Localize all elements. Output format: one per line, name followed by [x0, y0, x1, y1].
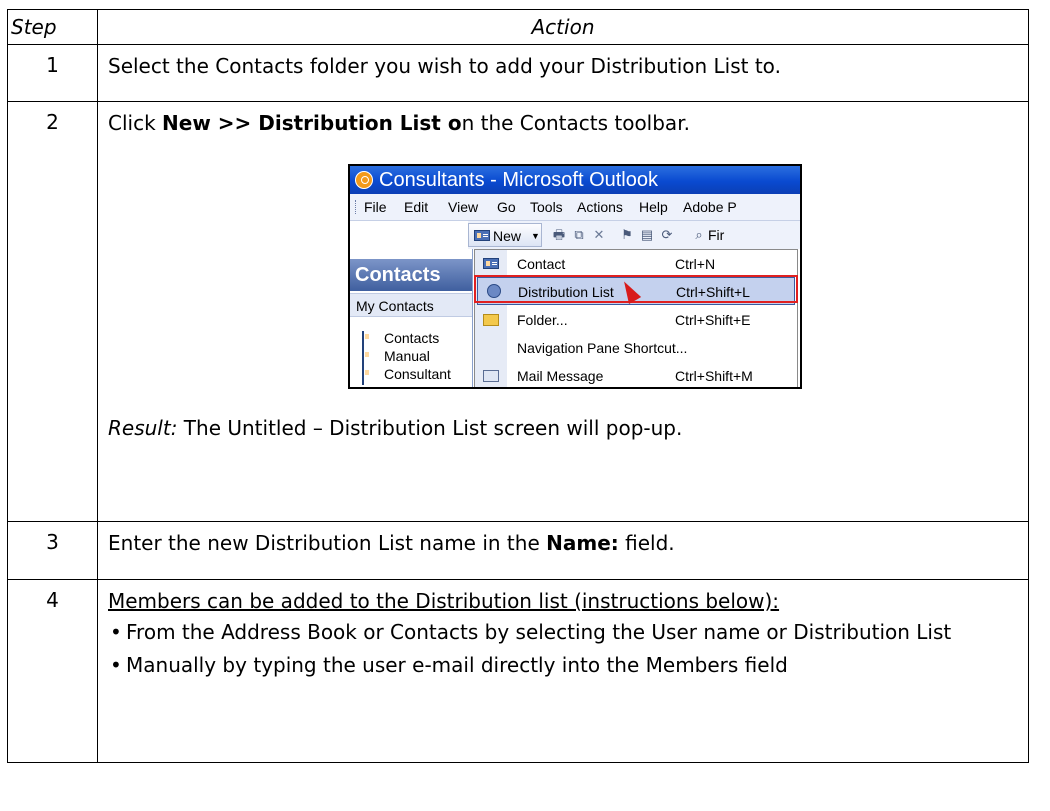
result-label: Result:	[108, 416, 178, 440]
step-action: Click New >> Distribution List on the Co…	[97, 101, 1029, 522]
step-instruction: Click New >> Distribution List on the Co…	[108, 111, 690, 135]
nav-item-contacts[interactable]: Contacts	[362, 329, 439, 349]
step-action: Select the Contacts folder you wish to a…	[97, 44, 1029, 102]
delete-icon[interactable]: ✕	[592, 228, 606, 242]
list-item: From the Address Book or Contacts by sel…	[108, 619, 1018, 646]
flag-icon[interactable]: ⚑	[620, 228, 634, 242]
chevron-down-icon: ▼	[531, 231, 540, 241]
find-label[interactable]: Fir	[708, 221, 724, 249]
menu-tools[interactable]: Tools	[530, 194, 563, 220]
print-icon[interactable]: 🖶	[552, 228, 566, 242]
header-row: Step Action	[7, 9, 1029, 45]
nav-item-manual[interactable]: Manual	[362, 347, 430, 367]
table-row: 2 Click New >> Distribution List on the …	[7, 101, 1029, 522]
contact-card-icon	[474, 230, 490, 241]
list-item: Manually by typing the user e-mail direc…	[108, 652, 1018, 679]
menu-view[interactable]: View	[448, 194, 478, 220]
field-name: Name:	[546, 531, 619, 555]
contact-card-icon	[362, 367, 364, 385]
step-number: 4	[7, 579, 98, 763]
menu-file[interactable]: File	[364, 194, 387, 220]
step-text: Select the Contacts folder you wish to a…	[108, 54, 781, 78]
folder-icon	[483, 314, 499, 326]
procedure-table: Step Action 1 Select the Contacts folder…	[7, 9, 1029, 763]
table-row: 1 Select the Contacts folder you wish to…	[7, 44, 1029, 102]
menu-help[interactable]: Help	[639, 194, 668, 220]
standard-toolbar: New ▼ 🖶 ⧉ ✕ ⚑ ▤ ⟳ ⌕ Fir	[350, 221, 800, 249]
bullet-list: From the Address Book or Contacts by sel…	[108, 619, 1018, 679]
menu-item-nav-shortcut[interactable]: Navigation Pane Shortcut...	[475, 334, 797, 362]
header-step: Step	[7, 9, 98, 45]
navigation-pane: Contacts My Contacts Contacts Manual Con…	[350, 249, 473, 387]
find-icon[interactable]: ⌕	[692, 228, 706, 242]
nav-pane-header: Contacts	[350, 259, 472, 291]
menu-item-folder[interactable]: Folder... Ctrl+Shift+E	[475, 306, 797, 334]
menu-bar: File Edit View Go Tools Actions Help Ado…	[350, 194, 800, 221]
toolbar-blank	[350, 221, 468, 249]
step-intro: Members can be added to the Distribution…	[108, 589, 780, 613]
outlook-logo-icon	[355, 171, 373, 189]
contact-card-icon	[483, 258, 499, 269]
send-receive-icon[interactable]: ⟳	[660, 228, 674, 242]
new-button-label: New	[493, 228, 522, 244]
step-action: Members can be added to the Distribution…	[97, 579, 1029, 763]
categorize-icon[interactable]: ▤	[640, 228, 654, 242]
step-number: 3	[7, 521, 98, 580]
table-row: 4 Members can be added to the Distributi…	[7, 579, 1029, 763]
outlook-screenshot: Consultants - Microsoft Outlook File Edi…	[348, 164, 802, 389]
menu-item-contact[interactable]: Contact Ctrl+N	[475, 250, 797, 278]
result-text: The Untitled – Distribution List screen …	[177, 416, 683, 440]
step-number: 1	[7, 44, 98, 102]
toolbar-grip-icon	[355, 200, 358, 214]
step-result: Result: The Untitled – Distribution List…	[108, 415, 1018, 442]
menu-adobe[interactable]: Adobe P	[683, 194, 737, 220]
new-button[interactable]: New ▼	[468, 223, 542, 247]
menu-item-mail-message[interactable]: Mail Message Ctrl+Shift+M	[475, 362, 797, 387]
window-title: Consultants - Microsoft Outlook	[379, 169, 658, 191]
nav-pane-subheader: My Contacts	[350, 293, 472, 317]
step-action: Enter the new Distribution List name in …	[97, 521, 1029, 580]
step-number: 2	[7, 101, 98, 522]
header-action: Action	[97, 9, 1029, 45]
table-row: 3 Enter the new Distribution List name i…	[7, 521, 1029, 580]
menu-go[interactable]: Go	[497, 194, 516, 220]
mail-icon	[483, 370, 499, 382]
nav-item-consultants[interactable]: Consultant	[362, 365, 451, 385]
new-dropdown-menu: Contact Ctrl+N Distribution List Ctrl+Sh…	[474, 249, 798, 387]
menu-actions[interactable]: Actions	[577, 194, 623, 220]
move-icon[interactable]: ⧉	[572, 228, 586, 242]
window-titlebar: Consultants - Microsoft Outlook	[350, 166, 800, 194]
menu-edit[interactable]: Edit	[404, 194, 428, 220]
menu-path: New >> Distribution List o	[162, 111, 462, 135]
